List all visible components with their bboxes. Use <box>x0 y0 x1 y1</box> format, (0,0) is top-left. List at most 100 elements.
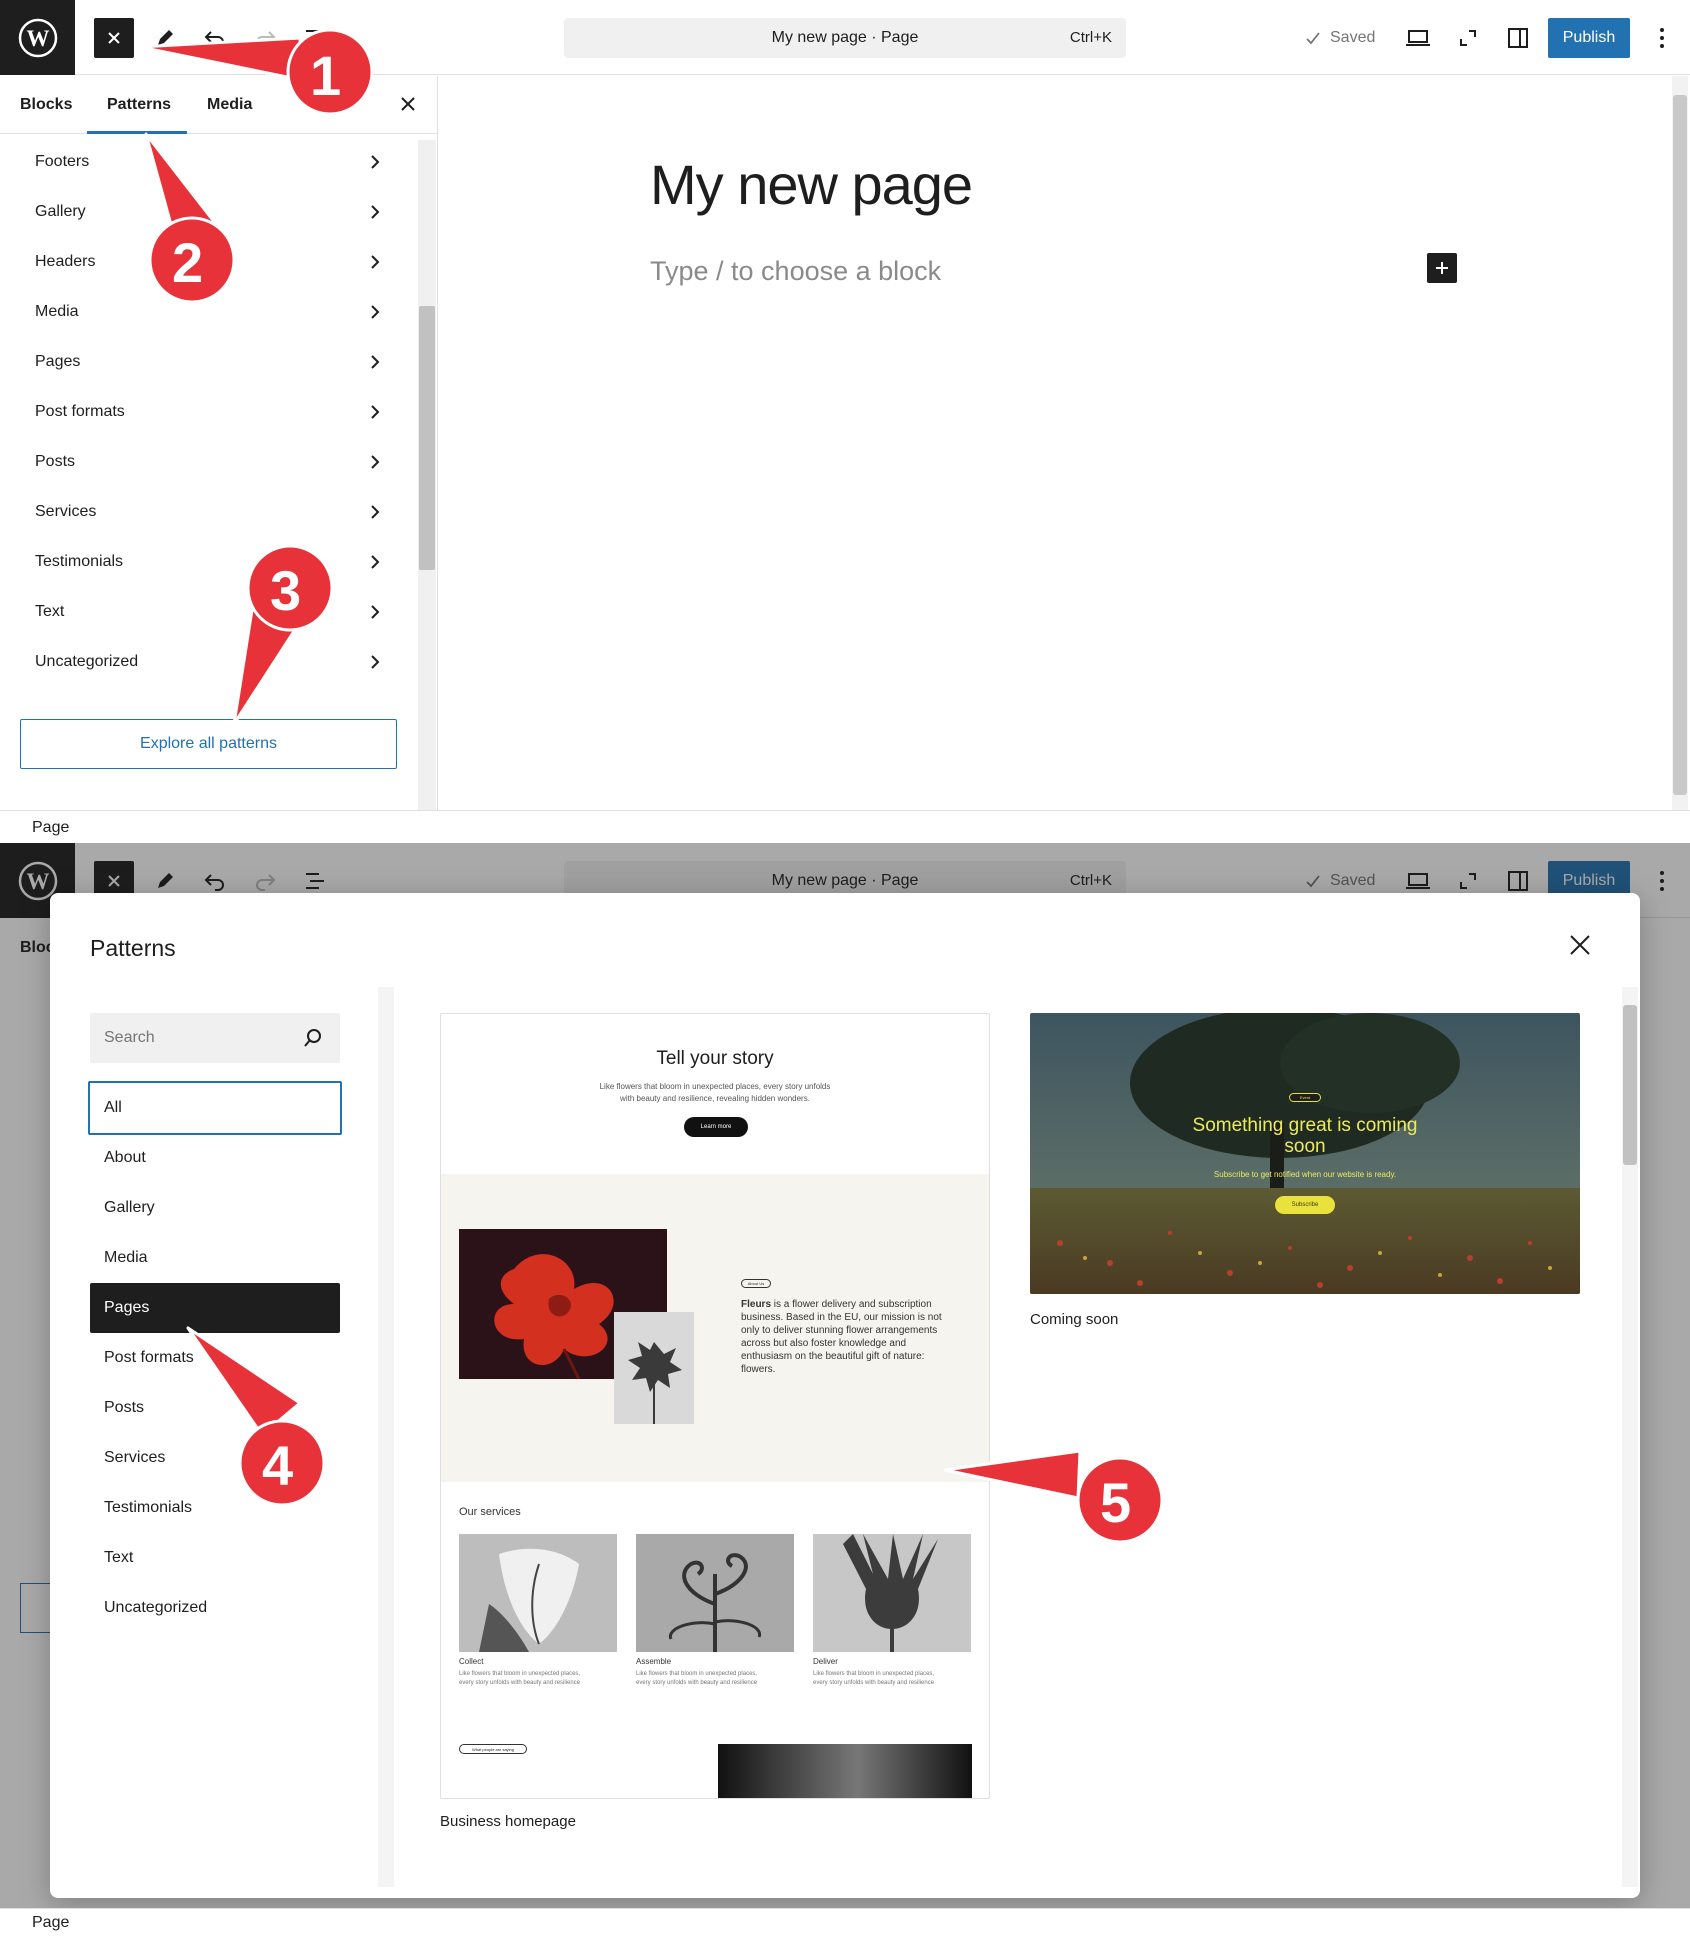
modal-category-pages[interactable]: Pages <box>90 1283 340 1333</box>
preview-service-image-collect <box>459 1534 617 1652</box>
pattern-card-business-homepage[interactable]: Tell your story Like flowers that bloom … <box>440 1013 990 1799</box>
category-pages[interactable]: Pages <box>0 344 410 380</box>
document-title: My new page · Page <box>771 29 919 46</box>
preview-about-line-6: flowers. <box>741 1364 776 1375</box>
modal-category-posts[interactable]: Posts <box>90 1383 340 1433</box>
wordpress-icon: W <box>18 18 57 57</box>
modal-category-uncategorized[interactable]: Uncategorized <box>90 1583 340 1633</box>
preview-testimonial-pill: What people are saying <box>459 1744 527 1754</box>
category-label: Pages <box>35 353 81 370</box>
tools-button[interactable] <box>145 18 185 58</box>
category-text[interactable]: Text <box>0 594 410 630</box>
preview-subscribe-button: Subscribe <box>1275 1196 1335 1214</box>
panel-scrollbar-thumb[interactable] <box>419 306 435 570</box>
modal-category-post-formats[interactable]: Post formats <box>90 1333 340 1383</box>
category-headers[interactable]: Headers <box>0 244 410 280</box>
pattern-label-coming-soon: Coming soon <box>1030 1311 1119 1328</box>
add-block-button[interactable] <box>1427 253 1457 283</box>
search-input[interactable] <box>90 1013 290 1063</box>
svg-text:W: W <box>26 26 49 51</box>
preview-service-text-deliver: Like flowers that bloom in unexpected pl… <box>813 1670 971 1688</box>
options-button[interactable] <box>1642 18 1682 58</box>
canvas-scrollbar-thumb[interactable] <box>1673 95 1687 795</box>
category-uncategorized[interactable]: Uncategorized <box>0 644 410 680</box>
pattern-label-business-homepage: Business homepage <box>440 1813 576 1830</box>
tab-media[interactable]: Media <box>207 96 252 114</box>
annotation-2: 2 <box>172 231 204 294</box>
category-label: Post formats <box>35 403 125 420</box>
modal-category-text[interactable]: Text <box>90 1533 340 1583</box>
modal-category-all[interactable]: All <box>88 1081 342 1135</box>
close-modal-icon[interactable] <box>1568 933 1592 957</box>
pattern-search-field[interactable] <box>90 1013 340 1063</box>
page-title[interactable]: My new page <box>650 152 973 217</box>
editor-header: W My new page · Page Ctrl+K Saved Publis… <box>0 0 1690 75</box>
desktop-icon <box>1406 30 1430 46</box>
chevron-right-icon <box>371 405 380 419</box>
preview-service-text-line: every story unfolds with beauty and resi… <box>636 1680 758 1686</box>
explore-all-patterns-button[interactable]: Explore all patterns <box>20 719 397 769</box>
close-panel-icon[interactable] <box>400 96 416 112</box>
category-media[interactable]: Media <box>0 294 410 330</box>
chevron-right-icon <box>371 205 380 219</box>
chevron-right-icon <box>371 255 380 269</box>
category-posts[interactable]: Posts <box>0 444 410 480</box>
category-gallery[interactable]: Gallery <box>0 194 410 230</box>
fullscreen-button[interactable] <box>1448 18 1488 58</box>
preview-about-bold: Fleurs <box>741 1299 772 1310</box>
tab-blocks[interactable]: Blocks <box>20 96 72 114</box>
preview-event-pill: Event <box>1289 1093 1321 1102</box>
chevron-right-icon <box>371 655 380 669</box>
category-label: Text <box>35 603 65 620</box>
preview-services-heading: Our services <box>459 1506 521 1518</box>
preview-service-image-assemble <box>636 1534 794 1652</box>
category-label: Media <box>35 303 79 320</box>
pattern-card-coming-soon[interactable]: Event Something great is coming soon Sub… <box>1030 1013 1580 1294</box>
preview-service-text-line: every story unfolds with beauty and resi… <box>813 1680 935 1686</box>
close-inserter-button[interactable] <box>94 18 134 58</box>
preview-device-button[interactable] <box>1398 18 1438 58</box>
category-footers[interactable]: Footers <box>0 144 410 180</box>
category-label: Testimonials <box>35 553 124 570</box>
pattern-grid-scrollbar-thumb[interactable] <box>1623 1005 1637 1165</box>
breadcrumb[interactable]: Page <box>32 819 69 837</box>
modal-category-testimonials[interactable]: Testimonials <box>90 1483 340 1533</box>
preview-learn-more-button: Learn more <box>684 1117 748 1137</box>
breadcrumb[interactable]: Page <box>32 1914 69 1932</box>
category-testimonials[interactable]: Testimonials <box>0 544 410 580</box>
check-icon <box>1306 32 1320 45</box>
modal-category-services[interactable]: Services <box>90 1433 340 1483</box>
category-list-scrollbar[interactable] <box>378 987 394 1887</box>
pencil-icon <box>158 30 173 45</box>
modal-category-gallery[interactable]: Gallery <box>90 1183 340 1233</box>
preview-about-line-2: business. Based in the EU, our mission i… <box>741 1312 942 1323</box>
category-post-formats[interactable]: Post formats <box>0 394 410 430</box>
preview-about-line-4: across but also foster knowledge and <box>741 1338 907 1349</box>
publish-button[interactable]: Publish <box>1548 18 1630 58</box>
editor-footer: Page <box>0 810 1690 843</box>
preview-grey-flower-image <box>614 1312 694 1424</box>
undo-icon <box>204 31 224 48</box>
preview-service-text-line: Like flowers that bloom in unexpected pl… <box>813 1671 935 1677</box>
preview-service-image-deliver <box>813 1534 971 1652</box>
command-palette-bar[interactable]: My new page · Page Ctrl+K <box>564 18 1126 58</box>
modal-category-about[interactable]: About <box>90 1133 340 1183</box>
settings-sidebar-button[interactable] <box>1498 18 1538 58</box>
undo-button[interactable] <box>195 18 235 58</box>
preview-hero-text-1: Like flowers that bloom in unexpected pl… <box>599 1082 831 1091</box>
category-label: Services <box>35 503 97 520</box>
modal-title: Patterns <box>90 935 176 961</box>
chevron-right-icon <box>371 305 380 319</box>
chevron-right-icon <box>371 555 380 569</box>
block-placeholder[interactable]: Type / to choose a block <box>650 256 941 287</box>
tab-patterns[interactable]: Patterns <box>107 96 171 114</box>
category-services[interactable]: Services <box>0 494 410 530</box>
redo-button[interactable] <box>245 18 285 58</box>
modal-category-media[interactable]: Media <box>90 1233 340 1283</box>
category-label: Gallery <box>35 203 86 220</box>
preview-headline-line-1: Something great is coming <box>1192 1115 1418 1136</box>
wordpress-logo-button[interactable]: W <box>0 0 75 75</box>
redo-icon <box>256 31 276 48</box>
chevron-right-icon <box>371 455 380 469</box>
preview-hero-title: Tell your story <box>656 1048 774 1069</box>
